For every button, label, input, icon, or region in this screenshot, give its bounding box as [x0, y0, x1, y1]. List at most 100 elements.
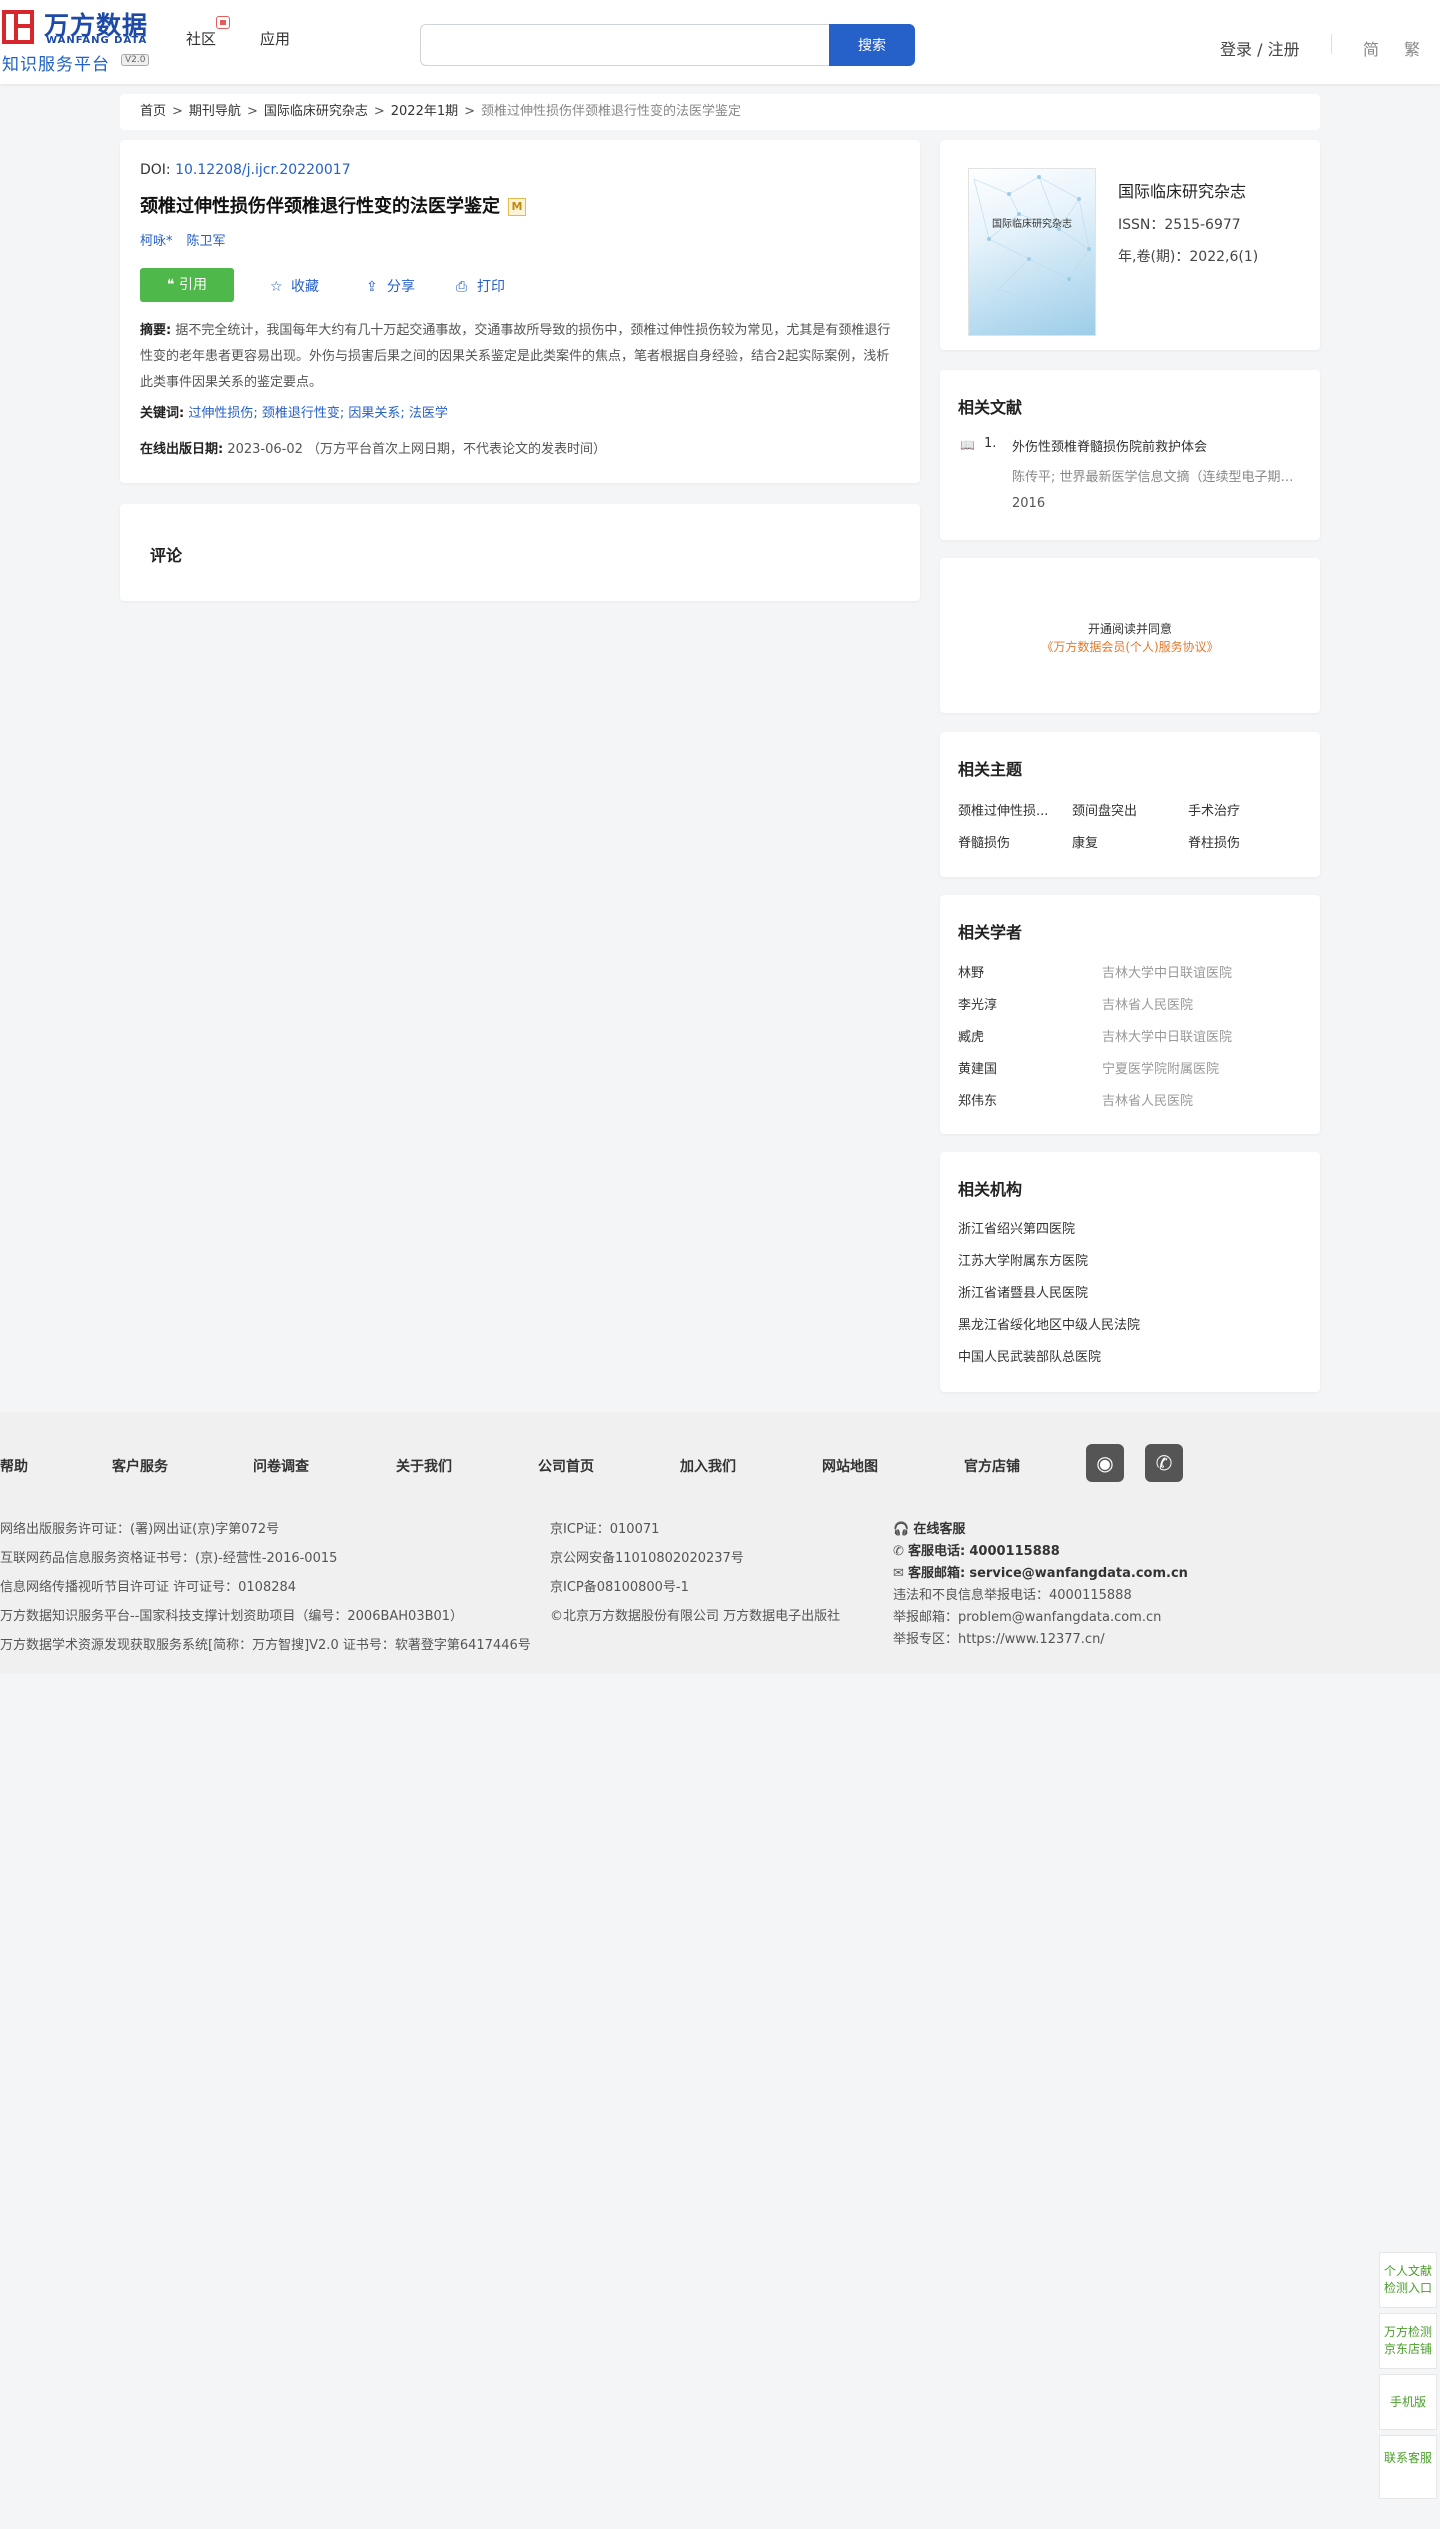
nav-apps[interactable]: 应用	[260, 28, 290, 49]
related-topics-card: 相关主题 颈椎过伸性损... 颈间盘突出 手术治疗 脊髓损伤 康复 脊柱损伤	[940, 732, 1320, 877]
abstract: 摘要: 据不完全统计，我国每年大约有几十万起交通事故，交通事故所导致的损伤中，颈…	[140, 318, 900, 396]
logo-mark-icon	[2, 10, 34, 44]
cite-button[interactable]: ❝ 引用	[140, 268, 234, 302]
weibo-icon[interactable]: ◉	[1086, 1444, 1124, 1482]
float-mobile[interactable]: 手机版	[1379, 2374, 1437, 2430]
share-icon: ⇪	[366, 279, 378, 295]
scholar-name[interactable]: 郑伟东	[958, 1090, 997, 1109]
related-doc-meta: 陈传平; 世界最新医学信息文摘（连续型电子期刊）	[1012, 470, 1304, 485]
related-docs-card: 相关文献 📖 1. 外伤性颈椎脊髓损伤院前救护体会 陈传平; 世界最新医学信息文…	[940, 370, 1320, 540]
favorite-label: 收藏	[291, 279, 319, 295]
scholar-org[interactable]: 吉林省人民医院	[1102, 994, 1193, 1013]
breadcrumb-journals[interactable]: 期刊导航	[189, 104, 241, 119]
scholar-org[interactable]: 吉林大学中日联谊医院	[1102, 1026, 1232, 1045]
related-doc-title[interactable]: 外伤性颈椎脊髓损伤院前救护体会	[1012, 436, 1207, 455]
login-register-link[interactable]: 登录 / 注册	[1220, 36, 1300, 60]
topic-link[interactable]: 脊髓损伤	[958, 832, 1010, 851]
topic-link[interactable]: 康复	[1072, 832, 1098, 851]
related-institutions-card: 相关机构 浙江省绍兴第四医院 江苏大学附属东方医院 浙江省诸暨县人民医院 黑龙江…	[940, 1152, 1320, 1392]
footer-link-help[interactable]: 帮助	[0, 1456, 28, 1476]
float-contact[interactable]: 联系客服	[1379, 2435, 1437, 2499]
float-personal-check[interactable]: 个人文献检测入口	[1379, 2252, 1437, 2308]
journal-cover[interactable]: 国际临床研究杂志	[968, 168, 1096, 336]
pubdate-label: 在线出版日期:	[140, 442, 224, 457]
phone-label: 客服电话:	[908, 1544, 966, 1559]
wechat-icon[interactable]: ✆	[1145, 1444, 1183, 1482]
print-button[interactable]: ⎙ 打印	[456, 276, 505, 296]
institution-link[interactable]: 黑龙江省绥化地区中级人民法院	[958, 1314, 1140, 1333]
doi-link[interactable]: 10.12208/j.ijcr.20220017	[175, 162, 351, 178]
article-title-text: 颈椎过伸性损伤伴颈椎退行性变的法医学鉴定	[140, 196, 500, 217]
abstract-label: 摘要:	[140, 323, 172, 338]
footer-link-survey[interactable]: 问卷调查	[253, 1456, 309, 1476]
author-link[interactable]: 陈卫军	[187, 234, 226, 249]
related-scholars-card: 相关学者 林野 吉林大学中日联谊医院 李光淳 吉林省人民医院 臧虎 吉林大学中日…	[940, 895, 1320, 1134]
scholar-name[interactable]: 林野	[958, 962, 984, 981]
online-service-label: 在线客服	[913, 1522, 966, 1537]
email-label: 客服邮箱:	[908, 1566, 966, 1581]
author-link[interactable]: 柯咏*	[140, 234, 173, 249]
version-badge: V2.0	[121, 54, 150, 66]
search-input[interactable]	[420, 24, 830, 66]
footer-icp: 京ICP备08100800号-1	[550, 1580, 689, 1595]
breadcrumb-journal[interactable]: 国际临床研究杂志	[264, 104, 368, 119]
community-badge-icon	[216, 16, 230, 29]
footer-link-about[interactable]: 关于我们	[396, 1456, 452, 1476]
share-label: 分享	[387, 279, 415, 295]
service-email: ✉ 客服邮箱: service@wanfangdata.com.cn	[893, 1562, 1188, 1581]
wanfang-logo[interactable]: 万方数据 WANFANG DATA 知识服务平台 V2.0	[0, 6, 160, 75]
footer-link-sitemap[interactable]: 网站地图	[822, 1456, 878, 1476]
breadcrumb-sep: >	[172, 104, 183, 119]
breadcrumb-sep: >	[373, 104, 385, 119]
float-jd-store[interactable]: 万方检测京东店铺	[1379, 2313, 1437, 2369]
footer-license: 互联网药品信息服务资格证书号：(京)-经营性-2016-0015	[0, 1551, 338, 1566]
lang-simplified[interactable]: 简	[1363, 36, 1379, 60]
nav-community[interactable]: 社区	[186, 28, 216, 49]
keywords-links[interactable]: 过伸性损伤; 颈椎退行性变; 因果关系; 法医学	[188, 406, 448, 421]
scholar-org[interactable]: 吉林大学中日联谊医院	[1102, 962, 1232, 981]
article-card: DOI: 10.12208/j.ijcr.20220017 颈椎过伸性损伤伴颈椎…	[120, 140, 920, 483]
lang-traditional[interactable]: 繁	[1404, 36, 1420, 60]
scholar-name[interactable]: 李光淳	[958, 994, 997, 1013]
search-button[interactable]: 搜索	[829, 24, 915, 66]
phone-value: 4000115888	[969, 1544, 1060, 1559]
favorite-button[interactable]: ☆ 收藏	[270, 276, 319, 296]
header-divider	[1331, 34, 1332, 54]
author-list: 柯咏* 陈卫军	[140, 230, 226, 249]
breadcrumb-home[interactable]: 首页	[140, 104, 166, 119]
online-service-link[interactable]: 🎧 在线客服	[893, 1518, 965, 1537]
headset-icon: 🎧	[893, 1522, 914, 1537]
institution-link[interactable]: 浙江省诸暨县人民医院	[958, 1282, 1088, 1301]
topic-link[interactable]: 脊柱损伤	[1188, 832, 1240, 851]
breadcrumb-sep: >	[246, 104, 258, 119]
comment-title: 评论	[150, 546, 183, 565]
topic-link[interactable]: 颈椎过伸性损...	[958, 800, 1048, 819]
report-email: 举报邮箱：problem@wanfangdata.com.cn	[893, 1610, 1162, 1625]
share-button[interactable]: ⇪ 分享	[366, 276, 415, 296]
logo-text-en: WANFANG DATA	[46, 35, 148, 46]
topic-link[interactable]: 手术治疗	[1188, 800, 1240, 819]
breadcrumb-issue[interactable]: 2022年1期	[391, 104, 458, 119]
related-topics-title: 相关主题	[958, 760, 1023, 779]
footer-link-customer-service[interactable]: 客户服务	[112, 1456, 168, 1476]
footer-link-join[interactable]: 加入我们	[680, 1456, 736, 1476]
footer-link-company[interactable]: 公司首页	[538, 1456, 594, 1476]
scholar-org[interactable]: 宁夏医学院附属医院	[1102, 1058, 1219, 1077]
journal-name-link[interactable]: 国际临床研究杂志	[1118, 178, 1246, 202]
institution-link[interactable]: 江苏大学附属东方医院	[958, 1250, 1088, 1269]
scholar-name[interactable]: 臧虎	[958, 1026, 984, 1045]
scholar-name[interactable]: 黄建国	[958, 1058, 997, 1077]
email-value: service@wanfangdata.com.cn	[969, 1566, 1188, 1581]
m-badge-icon: M	[508, 198, 526, 216]
topic-link[interactable]: 颈间盘突出	[1072, 800, 1137, 819]
agreement-text: 开通阅读并同意	[1087, 622, 1172, 636]
footer-license: 网络出版服务许可证：(署)网出证(京)字第072号	[0, 1522, 280, 1537]
related-institutions-title: 相关机构	[958, 1180, 1023, 1199]
journal-card: 国际临床研究杂志 国际临床研究杂志 ISSN：2515-6977 年,卷(期)：…	[940, 140, 1320, 350]
institution-link[interactable]: 浙江省绍兴第四医院	[958, 1218, 1075, 1237]
institution-link[interactable]: 中国人民武装部队总医院	[958, 1346, 1101, 1365]
agreement-link[interactable]: 《万方数据会员(个人)服务协议》	[940, 638, 1320, 655]
footer-link-store[interactable]: 官方店铺	[964, 1456, 1020, 1476]
breadcrumb: 首页 > 期刊导航 > 国际临床研究杂志 >2022年1期 > 颈椎过伸性损伤伴颈椎退行性变的…	[120, 94, 1320, 130]
scholar-org[interactable]: 吉林省人民医院	[1102, 1090, 1193, 1109]
